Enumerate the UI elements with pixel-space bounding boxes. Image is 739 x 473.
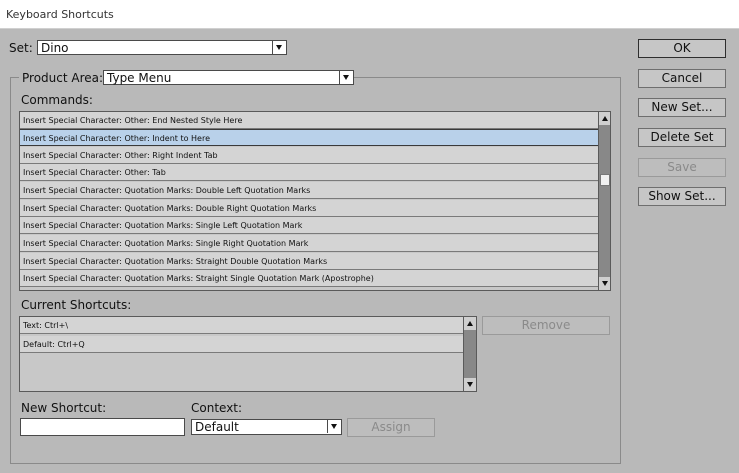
cancel-button[interactable]: Cancel xyxy=(638,69,726,88)
context-label: Context: xyxy=(191,401,243,415)
list-item[interactable]: Insert Special Character: Other: End Nes… xyxy=(20,112,598,129)
chevron-down-icon xyxy=(272,41,286,54)
assign-button[interactable]: Assign xyxy=(347,418,435,437)
current-shortcuts-list[interactable]: Text: Ctrl+\ Default: Ctrl+Q xyxy=(19,316,477,392)
context-dropdown[interactable]: Default xyxy=(191,419,342,435)
shortcuts-scrollbar[interactable] xyxy=(463,317,476,391)
context-dropdown-value: Default xyxy=(195,420,239,434)
list-item-selected[interactable]: Insert Special Character: Other: Indent … xyxy=(20,129,598,146)
commands-list[interactable]: Insert Special Character: Other: End Nes… xyxy=(19,111,611,291)
delete-set-button[interactable]: Delete Set xyxy=(638,128,726,147)
chevron-down-icon xyxy=(339,71,353,84)
current-shortcuts-label: Current Shortcuts: xyxy=(21,298,132,312)
scroll-up-icon[interactable] xyxy=(599,112,610,125)
new-shortcut-input[interactable] xyxy=(20,418,185,436)
product-area-dropdown[interactable]: Type Menu xyxy=(103,70,354,85)
new-shortcut-label: New Shortcut: xyxy=(21,401,107,415)
new-set-button[interactable]: New Set... xyxy=(638,98,726,117)
remove-button[interactable]: Remove xyxy=(482,316,610,335)
list-item[interactable]: Insert Special Character: Quotation Mark… xyxy=(20,235,598,252)
list-item[interactable]: Insert Special Character: Quotation Mark… xyxy=(20,253,598,270)
list-item[interactable]: Insert Special Character: Quotation Mark… xyxy=(20,217,598,234)
ok-button[interactable]: OK xyxy=(638,39,726,58)
set-dropdown-value: Dino xyxy=(41,41,69,55)
title-bar: Keyboard Shortcuts xyxy=(0,0,739,29)
list-item[interactable]: Insert Special Character: Quotation Mark… xyxy=(20,200,598,217)
scroll-thumb[interactable] xyxy=(600,174,610,186)
scroll-down-icon[interactable] xyxy=(464,378,476,391)
product-area-label: Product Area: xyxy=(19,71,107,85)
list-item[interactable]: Default: Ctrl+Q xyxy=(20,336,463,353)
scroll-down-icon[interactable] xyxy=(599,277,610,290)
list-item[interactable]: Text: Ctrl+\ xyxy=(20,317,463,334)
list-item[interactable]: Insert Special Character: Other: Right I… xyxy=(20,147,598,164)
list-item[interactable]: Insert Special Character: Quotation Mark… xyxy=(20,270,598,287)
scroll-up-icon[interactable] xyxy=(464,317,476,330)
window-title: Keyboard Shortcuts xyxy=(6,8,114,21)
commands-scrollbar[interactable] xyxy=(598,112,610,290)
set-label: Set: xyxy=(9,41,33,55)
show-set-button[interactable]: Show Set... xyxy=(638,187,726,206)
chevron-down-icon xyxy=(327,420,341,433)
commands-label: Commands: xyxy=(21,93,93,107)
set-dropdown[interactable]: Dino xyxy=(37,40,287,55)
list-item[interactable]: Insert Special Character: Other: Tab xyxy=(20,164,598,181)
list-item[interactable]: Insert Special Character: Quotation Mark… xyxy=(20,182,598,199)
product-area-dropdown-value: Type Menu xyxy=(107,71,172,85)
save-button[interactable]: Save xyxy=(638,158,726,177)
